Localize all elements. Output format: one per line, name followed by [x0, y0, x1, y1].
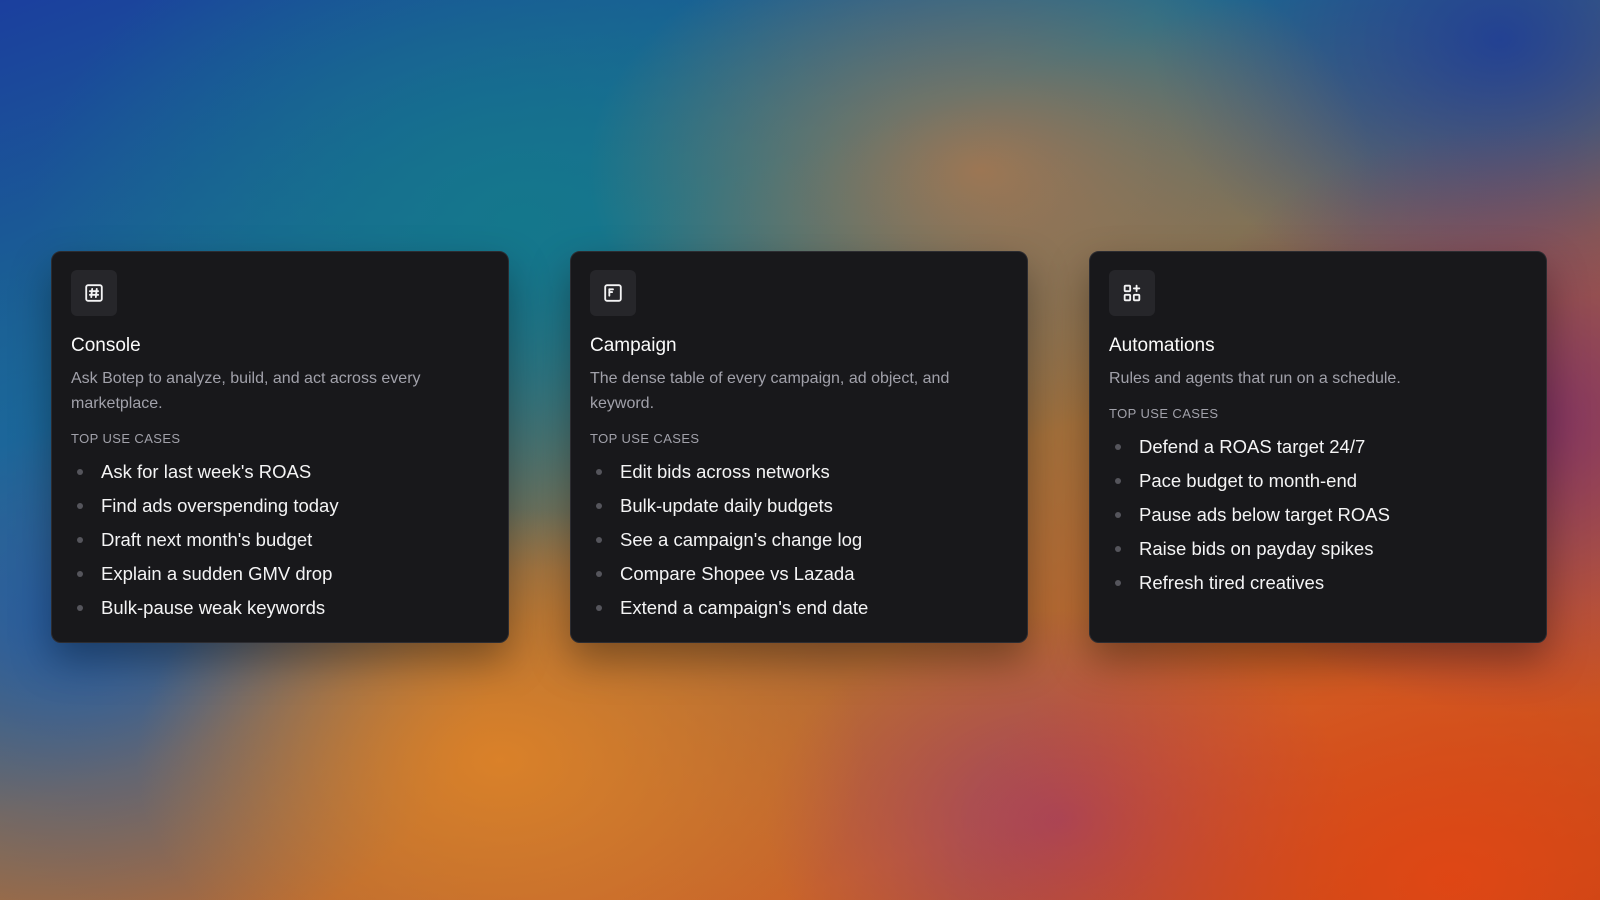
- list-item-label: Edit bids across networks: [620, 461, 830, 482]
- bullet-icon: [77, 469, 83, 475]
- use-case-list: Edit bids across networks Bulk-update da…: [590, 455, 1008, 625]
- bullet-icon: [77, 605, 83, 611]
- bullet-icon: [1115, 478, 1121, 484]
- use-case-list: Defend a ROAS target 24/7 Pace budget to…: [1109, 430, 1527, 600]
- list-item[interactable]: Refresh tired creatives: [1109, 566, 1527, 600]
- list-item-label: Compare Shopee vs Lazada: [620, 563, 855, 584]
- card-console[interactable]: Console Ask Botep to analyze, build, and…: [51, 251, 509, 643]
- hash-square-icon: [71, 270, 117, 316]
- bullet-icon: [596, 605, 602, 611]
- list-item-label: Explain a sudden GMV drop: [101, 563, 333, 584]
- feature-cards: Console Ask Botep to analyze, build, and…: [51, 251, 1547, 643]
- list-item-label: Pause ads below target ROAS: [1139, 504, 1390, 525]
- bullet-icon: [77, 537, 83, 543]
- list-item-label: Bulk-pause weak keywords: [101, 597, 326, 618]
- list-item-label: Pace budget to month-end: [1139, 470, 1358, 491]
- bullet-icon: [1115, 444, 1121, 450]
- list-item[interactable]: Explain a sudden GMV drop: [71, 557, 489, 591]
- list-item[interactable]: Bulk-update daily budgets: [590, 489, 1008, 523]
- card-title: Console: [71, 335, 141, 356]
- list-item-label: Refresh tired creatives: [1139, 572, 1325, 593]
- bullet-icon: [77, 503, 83, 509]
- card-automations[interactable]: Automations Rules and agents that run on…: [1089, 251, 1547, 643]
- section-label: TOP USE CASES: [1109, 406, 1219, 421]
- list-item[interactable]: Bulk-pause weak keywords: [71, 591, 489, 625]
- list-item[interactable]: Raise bids on payday spikes: [1109, 532, 1527, 566]
- list-item[interactable]: Pace budget to month-end: [1109, 464, 1527, 498]
- list-item[interactable]: Compare Shopee vs Lazada: [590, 557, 1008, 591]
- card-description: Rules and agents that run on a schedule.: [1109, 370, 1401, 387]
- bullet-icon: [1115, 512, 1121, 518]
- list-item[interactable]: Draft next month's budget: [71, 523, 489, 557]
- list-item-label: Ask for last week's ROAS: [101, 461, 312, 482]
- bullet-icon: [1115, 580, 1121, 586]
- card-title: Automations: [1109, 335, 1215, 356]
- list-item-label: Bulk-update daily budgets: [620, 495, 833, 516]
- bullet-icon: [596, 537, 602, 543]
- list-item-label: Defend a ROAS target 24/7: [1139, 436, 1366, 457]
- bullet-icon: [1115, 546, 1121, 552]
- list-item[interactable]: Extend a campaign's end date: [590, 591, 1008, 625]
- card-title: Campaign: [590, 335, 677, 356]
- bullet-icon: [596, 469, 602, 475]
- list-item[interactable]: See a campaign's change log: [590, 523, 1008, 557]
- use-case-list: Ask for last week's ROAS Find ads oversp…: [71, 455, 489, 625]
- section-label: TOP USE CASES: [590, 431, 700, 446]
- list-item[interactable]: Pause ads below target ROAS: [1109, 498, 1527, 532]
- bullet-icon: [596, 503, 602, 509]
- grid-plus-icon: [1109, 270, 1155, 316]
- list-item-label: Extend a campaign's end date: [620, 597, 869, 618]
- section-label: TOP USE CASES: [71, 431, 181, 446]
- table-list-icon: [590, 270, 636, 316]
- list-item[interactable]: Edit bids across networks: [590, 455, 1008, 489]
- list-item[interactable]: Ask for last week's ROAS: [71, 455, 489, 489]
- bullet-icon: [596, 571, 602, 577]
- card-campaign[interactable]: Campaign The dense table of every campai…: [570, 251, 1028, 643]
- card-description: Ask Botep to analyze, build, and act acr…: [71, 370, 421, 412]
- list-item[interactable]: Defend a ROAS target 24/7: [1109, 430, 1527, 464]
- list-item-label: Find ads overspending today: [101, 495, 339, 516]
- list-item[interactable]: Find ads overspending today: [71, 489, 489, 523]
- card-description: The dense table of every campaign, ad ob…: [590, 370, 950, 412]
- list-item-label: Draft next month's budget: [101, 529, 313, 550]
- bullet-icon: [77, 571, 83, 577]
- list-item-label: See a campaign's change log: [620, 529, 863, 550]
- list-item-label: Raise bids on payday spikes: [1139, 538, 1374, 559]
